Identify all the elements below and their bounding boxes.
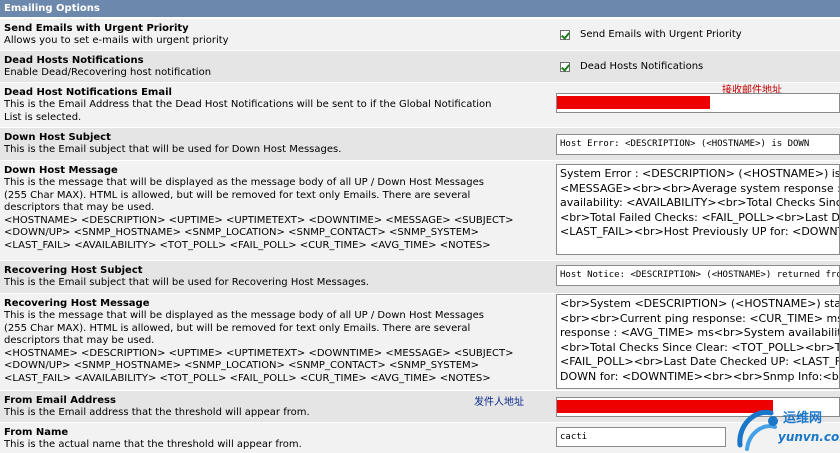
textarea-line: DOWN for: <DOWNTIME><br><br>Snmp Info:<b… xyxy=(560,369,840,383)
textarea-line: <MESSAGE><br><br>Average system response… xyxy=(560,181,839,195)
watermark-url-text: yunvn.com xyxy=(778,430,840,444)
sender-address-annotation: 发件人地址 xyxy=(474,397,524,408)
row-title: Recovering Host Subject xyxy=(4,265,143,276)
row-from-email: From Email Address This is the Email add… xyxy=(0,390,840,422)
textarea-line: response : <AVG_TIME> ms<br>System avail… xyxy=(560,326,839,340)
row-label: Recovering Host Subject This is the Emai… xyxy=(4,264,549,290)
row-dead-hosts: Dead Hosts Notifications Enable Dead/Rec… xyxy=(0,50,840,82)
textarea-line: <br>Total Checks Since Clear: <TOT_POLL>… xyxy=(560,340,840,354)
textarea-line: availability: <AVAILABILITY><br>Total Ch… xyxy=(560,196,839,210)
row-title: From Email Address xyxy=(4,395,116,406)
section-header: Emailing Options xyxy=(0,0,840,17)
row-recovering-host-subject: Recovering Host Subject This is the Emai… xyxy=(0,260,840,293)
row-description: This is the Email Address that the Dead … xyxy=(4,99,492,123)
emailing-options-page: Emailing Options Send Emails with Urgent… xyxy=(0,0,840,453)
row-title: Dead Hosts Notifications xyxy=(4,55,144,66)
row-label: From Name This is the actual name that t… xyxy=(4,426,549,452)
row-down-host-message: Down Host Message This is the message th… xyxy=(0,160,840,260)
row-label: Down Host Message This is the message th… xyxy=(4,164,549,252)
recovering-host-subject-input[interactable]: Host Notice: <DESCRIPTION> (<HOSTNAME>) … xyxy=(556,265,840,286)
row-title: From Name xyxy=(4,427,69,438)
down-host-message-textarea[interactable]: System Error : <DESCRIPTION> (<HOSTNAME>… xyxy=(556,164,840,255)
redaction-bar xyxy=(557,96,710,109)
watermark-logo-icon xyxy=(737,409,778,451)
row-label: From Email Address This is the Email add… xyxy=(4,394,549,420)
row-label: Send Emails with Urgent Priority Allows … xyxy=(4,22,549,48)
row-label: Dead Hosts Notifications Enable Dead/Rec… xyxy=(4,54,549,80)
site-watermark: 运维网 yunvn.com xyxy=(735,405,840,453)
row-description: This is the Email address that the thres… xyxy=(4,407,310,418)
urgent-priority-checkbox[interactable] xyxy=(560,29,570,40)
textarea-line: <FAIL_POLL><br>Last Date Checked UP: <LA… xyxy=(560,355,840,369)
row-description: Allows you to set e-mails with urgent pr… xyxy=(4,35,229,46)
row-title: Down Host Message xyxy=(4,165,118,176)
row-description: Enable Dead/Recovering host notification xyxy=(4,67,212,78)
recovering-host-message-textarea[interactable]: <br>System <DESCRIPTION> (<HOSTNAME>) st… xyxy=(556,294,840,389)
row-label: Dead Host Notifications Email This is th… xyxy=(4,86,549,124)
textarea-line: System Error : <DESCRIPTION> (<HOSTNAME>… xyxy=(560,167,840,180)
down-host-subject-input[interactable]: Host Error: <DESCRIPTION> (<HOSTNAME>) i… xyxy=(556,134,840,155)
textarea-line: <br>System <DESCRIPTION> (<HOSTNAME>) st… xyxy=(560,297,840,310)
row-urgent-priority: Send Emails with Urgent Priority Allows … xyxy=(0,18,840,50)
row-description: This is the Email subject that will be u… xyxy=(4,144,342,155)
row-down-host-subject: Down Host Subject This is the Email subj… xyxy=(0,127,840,160)
row-title: Recovering Host Message xyxy=(4,298,150,309)
row-recovering-host-message: Recovering Host Message This is the mess… xyxy=(0,293,840,390)
textarea-line: <br><br>Current ping response: <CUR_TIME… xyxy=(560,311,839,325)
dead-hosts-control[interactable]: Dead Hosts Notifications xyxy=(560,61,703,72)
textarea-line: <LAST_FAIL><br>Host Previously UP for: <… xyxy=(560,225,839,239)
row-title: Down Host Subject xyxy=(4,132,111,143)
row-title: Dead Host Notifications Email xyxy=(4,87,172,98)
row-description: This is the message that will be display… xyxy=(4,177,514,251)
from-name-input[interactable]: cacti xyxy=(556,427,726,447)
row-description: This is the message that will be display… xyxy=(4,310,514,384)
watermark-cn-text: 运维网 xyxy=(783,411,823,426)
row-description: This is the actual name that the thresho… xyxy=(4,439,302,450)
urgent-priority-checkbox-label[interactable]: Send Emails with Urgent Priority xyxy=(580,29,742,40)
row-label: Recovering Host Message This is the mess… xyxy=(4,297,549,385)
row-title: Send Emails with Urgent Priority xyxy=(4,23,189,34)
row-label: Down Host Subject This is the Email subj… xyxy=(4,131,549,157)
dead-hosts-checkbox-label[interactable]: Dead Hosts Notifications xyxy=(580,61,703,72)
row-dead-host-email: Dead Host Notifications Email This is th… xyxy=(0,82,840,127)
urgent-priority-control[interactable]: Send Emails with Urgent Priority xyxy=(560,29,742,40)
dead-hosts-checkbox[interactable] xyxy=(560,61,570,72)
row-from-name: From Name This is the actual name that t… xyxy=(0,422,840,453)
textarea-line: <br>Total Failed Checks: <FAIL_POLL><br>… xyxy=(560,210,840,224)
row-description: This is the Email subject that will be u… xyxy=(4,277,369,288)
